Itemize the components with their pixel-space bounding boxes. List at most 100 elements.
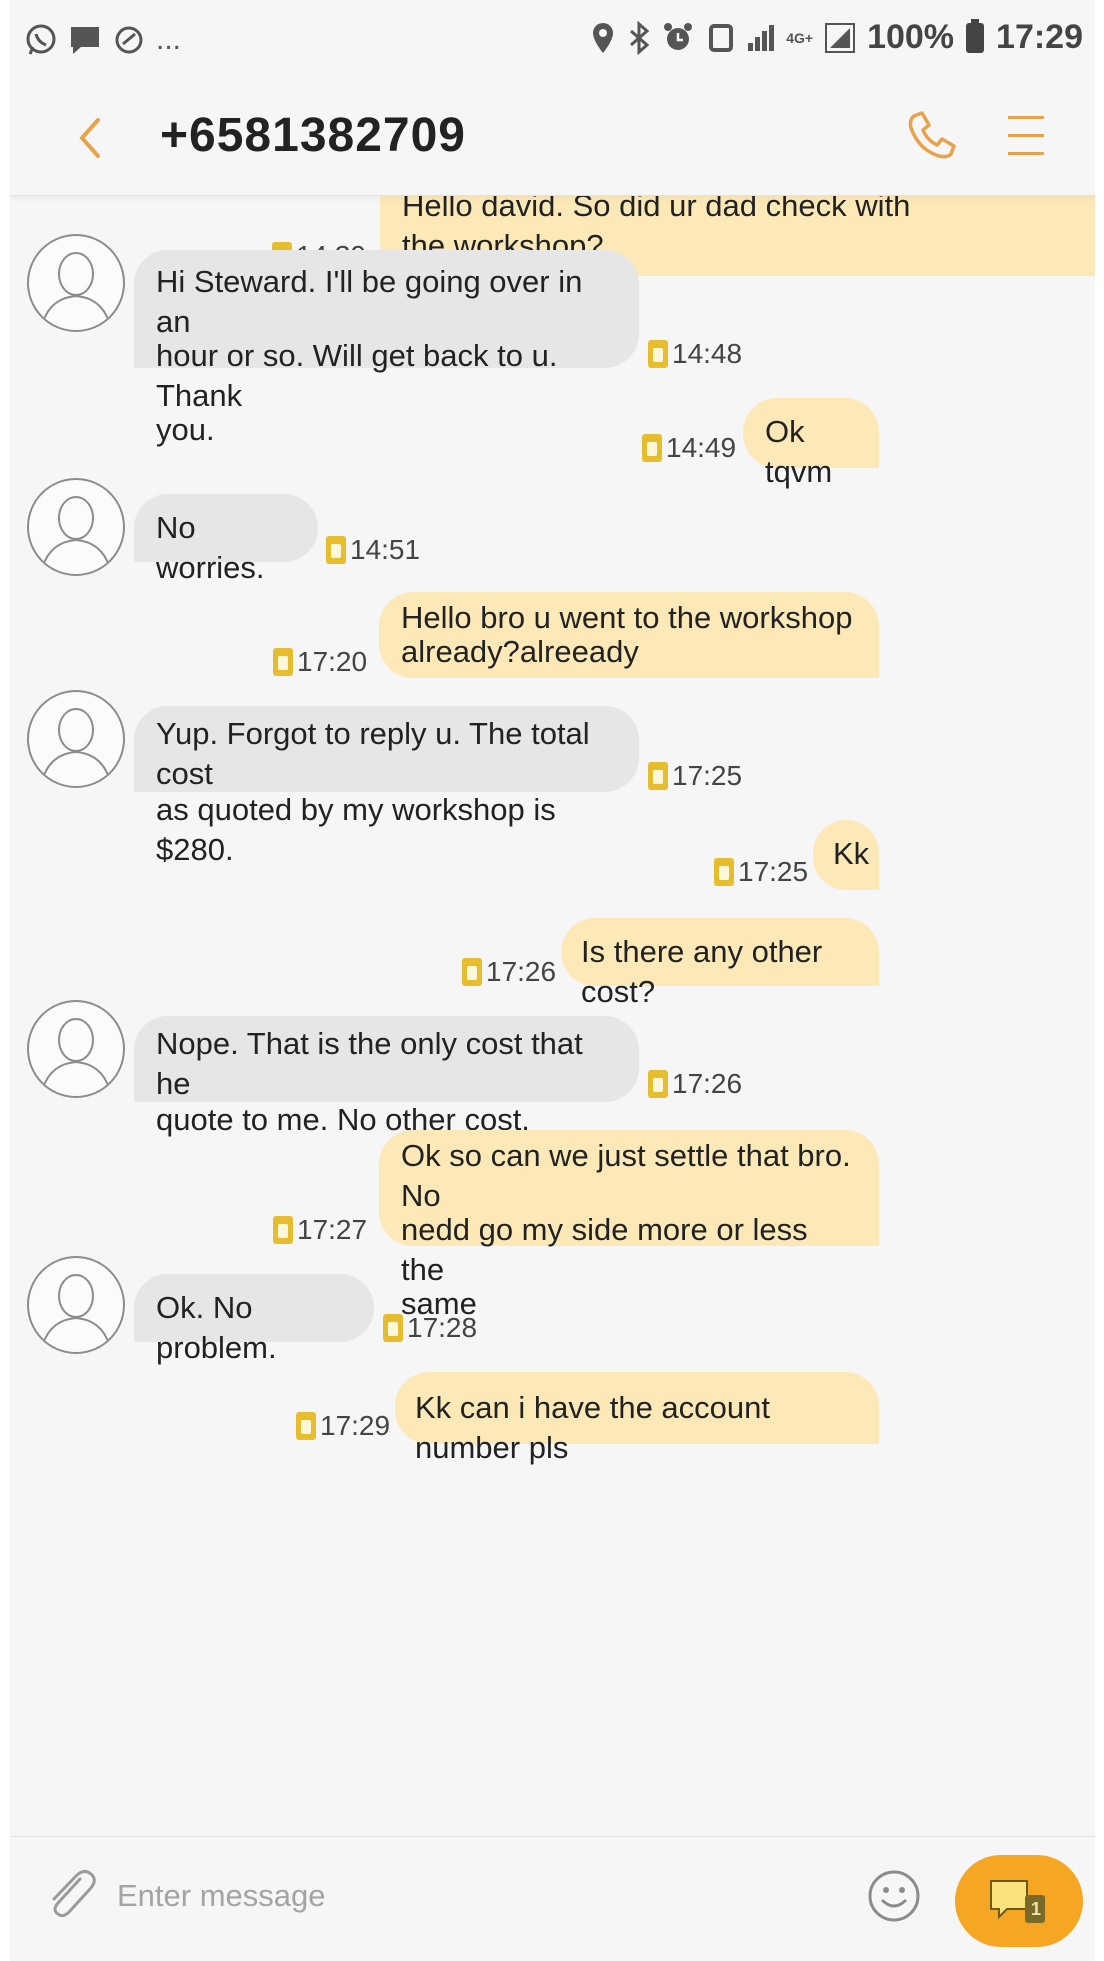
message-meta: 17:27 <box>273 1214 367 1246</box>
message-text: Is there any other cost? <box>581 934 823 1009</box>
person-icon <box>42 1274 110 1345</box>
sim-icon <box>714 858 734 886</box>
more-options-button[interactable] <box>1000 110 1050 162</box>
clock: 17:29 <box>996 18 1083 56</box>
sim-icon <box>648 340 668 368</box>
chevron-left-icon <box>79 118 100 158</box>
person-icon <box>42 252 110 323</box>
message-bubble-incoming[interactable]: Hi Steward. I'll be going over in an hou… <box>134 250 639 447</box>
message-meta: 14:51 <box>326 534 420 566</box>
message-bubble-incoming[interactable]: Yup. Forgot to reply u. The total cost a… <box>134 706 639 867</box>
smiley-icon <box>868 1870 920 1922</box>
message-meta: 17:26 <box>462 956 556 988</box>
contact-avatar[interactable] <box>27 690 125 788</box>
person-icon <box>42 1018 110 1089</box>
alarm-icon <box>664 22 693 50</box>
message-text: hour or so. Will get back to u. Thank <box>156 338 558 413</box>
message-text: nedd go my side more or less the <box>401 1212 808 1287</box>
sim-icon <box>383 1314 403 1342</box>
message-bubble-incoming[interactable]: No worries. <box>134 494 318 585</box>
notification-icons: ... <box>24 20 181 60</box>
sim-icon <box>648 1070 668 1098</box>
message-time: 17:27 <box>297 1214 368 1245</box>
message-thread[interactable]: Hello david. So did ur dad check with th… <box>10 196 1095 1836</box>
wifi-signal-icon <box>748 24 775 51</box>
contact-avatar[interactable] <box>27 1256 125 1354</box>
message-time: 17:25 <box>672 760 743 791</box>
status-bar: ... 4G+ 100% 17:29 <box>10 0 1095 80</box>
send-via-sim-icon <box>990 1880 1045 1923</box>
message-bubble-incoming[interactable]: Ok. No problem. <box>134 1274 374 1365</box>
sim-icon <box>273 1216 293 1244</box>
message-bubble-incoming[interactable]: Nope. That is the only cost that he quot… <box>134 1016 639 1137</box>
message-meta: 17:20 <box>273 646 367 678</box>
battery-percentage: 100% <box>867 18 955 56</box>
message-time: 14:49 <box>666 432 737 463</box>
person-icon <box>42 496 110 567</box>
send-button[interactable]: 1 <box>955 1855 1083 1947</box>
message-text: Kk <box>833 836 870 871</box>
message-text: as quoted by my workshop is $280. <box>156 792 556 867</box>
message-time: 14:48 <box>672 338 743 369</box>
message-time: 14:51 <box>350 534 421 565</box>
message-text: Ok so can we just settle that bro. No <box>401 1138 851 1213</box>
more-notifications-indicator: ... <box>156 23 182 56</box>
emoji-button[interactable] <box>865 1867 923 1925</box>
sim-icon <box>273 648 293 676</box>
message-time: 17:25 <box>738 856 809 887</box>
messaging-screen: ... 4G+ 100% 17:29 +6581382709 Hello dav… <box>10 0 1095 1961</box>
paperclip-icon <box>52 1869 96 1918</box>
whatsapp-icon <box>26 24 56 55</box>
sim-icon <box>462 958 482 986</box>
message-time: 17:20 <box>297 646 368 677</box>
message-bubble-outgoing[interactable]: Kk <box>813 820 879 890</box>
message-meta: 17:28 <box>383 1312 477 1344</box>
message-text: already?alreeady <box>401 634 639 669</box>
message-meta: 14:48 <box>648 338 742 370</box>
contact-title: +6581382709 <box>160 109 466 162</box>
back-button[interactable] <box>70 108 110 168</box>
message-bubble-outgoing[interactable]: Hello bro u went to the workshop already… <box>379 592 879 678</box>
message-bubble-outgoing[interactable]: Kk can i have the account number pls <box>395 1372 879 1465</box>
message-text: Ok tqvm <box>765 414 833 489</box>
message-meta: 14:49 <box>642 432 736 464</box>
location-icon <box>593 22 614 53</box>
message-text: Yup. Forgot to reply u. The total cost <box>156 716 590 791</box>
message-text: you. <box>156 412 215 447</box>
message-time: 17:28 <box>407 1312 478 1343</box>
network-type-label: 4G+ <box>786 29 814 46</box>
system-icons: 4G+ 100% 17:29 <box>590 18 1083 57</box>
message-time: 17:26 <box>486 956 557 987</box>
attach-button[interactable] <box>40 1865 100 1925</box>
contact-avatar[interactable] <box>27 478 125 576</box>
sim-number-badge: 1 <box>1031 1899 1042 1919</box>
vibrate-icon <box>709 23 734 52</box>
message-bubble-outgoing[interactable]: Ok so can we just settle that bro. No ne… <box>379 1130 879 1321</box>
message-text: Ok. No problem. <box>156 1290 277 1365</box>
message-time: 17:26 <box>672 1068 743 1099</box>
conversation-header: +6581382709 <box>10 80 1095 196</box>
sim-icon <box>326 536 346 564</box>
composer-bar: 1 <box>10 1836 1095 1961</box>
message-meta: 17:25 <box>648 760 742 792</box>
message-meta: 17:26 <box>648 1068 742 1100</box>
message-bubble-outgoing[interactable]: Is there any other cost? <box>561 918 879 1009</box>
sim-icon <box>642 434 662 462</box>
bluetooth-icon <box>630 20 650 55</box>
message-text: Nope. That is the only cost that he <box>156 1026 583 1101</box>
message-bubble-outgoing[interactable]: Ok tqvm <box>743 398 879 489</box>
menu-icon-line <box>1008 134 1044 137</box>
contact-avatar[interactable] <box>27 234 125 332</box>
sim-icon <box>648 762 668 790</box>
menu-icon-line <box>1008 152 1044 155</box>
contact-avatar[interactable] <box>27 1000 125 1098</box>
message-input[interactable] <box>115 1867 759 1925</box>
message-text: Kk can i have the account number pls <box>415 1390 771 1465</box>
message-text: No worries. <box>156 510 265 585</box>
message-meta: 17:25 <box>714 856 808 888</box>
battery-icon <box>966 18 985 53</box>
call-button[interactable] <box>900 106 960 166</box>
cell-signal-icon <box>825 22 856 53</box>
phone-icon <box>908 111 956 159</box>
sim-icon <box>296 1412 316 1440</box>
